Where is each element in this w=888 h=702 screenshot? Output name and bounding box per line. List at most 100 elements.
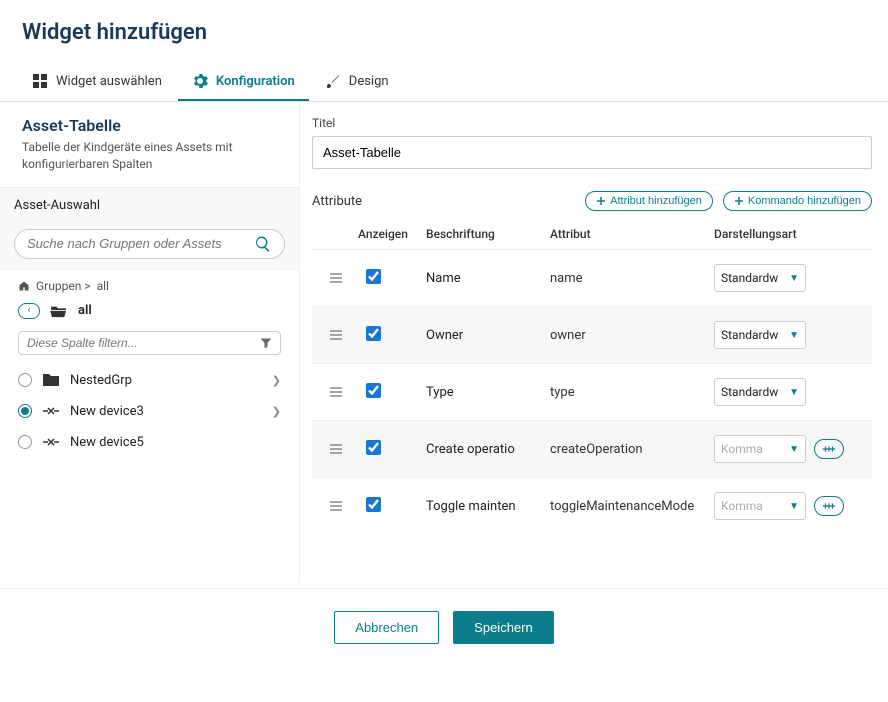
tree-item[interactable]: New device5 — [0, 427, 299, 458]
col-attr: Attribut — [550, 227, 710, 241]
dialog-title: Widget hinzufügen — [0, 0, 888, 63]
gear-icon — [192, 73, 208, 89]
folder-open-icon — [50, 304, 68, 318]
table-row: Owner owner Standardw ▼ — [312, 306, 872, 363]
row-label: Type — [426, 385, 546, 400]
tab-configuration[interactable]: Konfiguration — [178, 63, 309, 101]
cancel-button[interactable]: Abbrechen — [334, 611, 439, 644]
folder-icon — [42, 373, 60, 387]
mode-value: Komma — [721, 442, 763, 456]
col-label: Beschriftung — [426, 227, 546, 241]
drag-handle[interactable] — [318, 386, 354, 398]
breadcrumb[interactable]: Gruppen > all — [0, 271, 299, 299]
brush-icon — [325, 73, 341, 89]
tab-label: Konfiguration — [216, 74, 295, 89]
chevron-down-icon: ▼ — [789, 444, 799, 455]
home-icon — [18, 280, 30, 292]
show-checkbox[interactable] — [366, 269, 381, 284]
row-attr: toggleMaintenanceMode — [550, 499, 710, 514]
row-attr: name — [550, 271, 710, 286]
grid-icon — [32, 73, 48, 89]
chevron-right-icon: ❯ — [272, 405, 281, 418]
drag-handle[interactable] — [318, 272, 354, 284]
left-panel: Asset-Tabelle Tabelle der Kindgeräte ein… — [0, 102, 300, 582]
tabs: Widget auswählen Konfiguration Design — [0, 63, 888, 102]
drag-handle[interactable] — [318, 500, 354, 512]
tree-item[interactable]: New device3 ❯ — [0, 396, 299, 427]
add-command-label: Kommando hinzufügen — [748, 195, 861, 207]
title-field-label: Titel — [312, 116, 872, 130]
mode-select[interactable]: Standardw ▼ — [714, 321, 806, 349]
device-icon — [42, 435, 60, 449]
attributes-heading: Attribute — [312, 194, 362, 209]
row-attr: createOperation — [550, 442, 710, 457]
col-show: Anzeigen — [358, 227, 422, 241]
column-filter[interactable] — [18, 331, 281, 355]
add-attribute-label: Attribut hinzufügen — [610, 195, 702, 207]
row-label: Create operatio — [426, 442, 546, 457]
asset-selection-label: Asset-Auswahl — [0, 187, 299, 221]
widget-type-desc: Tabelle der Kindgeräte eines Assets mit … — [22, 139, 277, 173]
show-checkbox[interactable] — [366, 383, 381, 398]
chevron-down-icon: ▼ — [789, 330, 799, 341]
tree-item-label: NestedGrp — [70, 373, 132, 388]
mode-value: Standardw — [721, 328, 778, 342]
mode-value: Standardw — [721, 385, 778, 399]
all-label: all — [78, 303, 92, 318]
show-checkbox[interactable] — [366, 440, 381, 455]
tree-item-label: New device3 — [70, 404, 144, 419]
tab-select-widget[interactable]: Widget auswählen — [18, 63, 176, 101]
edit-command-button[interactable] — [814, 439, 844, 459]
mode-select[interactable]: Komma ▼ — [714, 492, 806, 520]
row-attr: type — [550, 385, 710, 400]
radio[interactable] — [18, 373, 32, 387]
table-row: Create operatio createOperation Komma ▼ — [312, 420, 872, 477]
show-checkbox[interactable] — [366, 326, 381, 341]
row-attr: owner — [550, 328, 710, 343]
mode-value: Komma — [721, 499, 763, 513]
table-row: Toggle mainten toggleMaintenanceMode Komma… — [312, 477, 872, 534]
chevron-down-icon: ▼ — [789, 501, 799, 512]
plus-icon — [734, 196, 744, 206]
attributes-table: Anzeigen Beschriftung Attribut Darstellu… — [312, 219, 872, 534]
chevron-down-icon: ▼ — [789, 387, 799, 398]
table-row: Name name Standardw▼ — [312, 249, 872, 306]
asset-search[interactable] — [14, 229, 285, 259]
mode-select[interactable]: Standardw▼ — [714, 264, 806, 292]
table-row: Type type Standardw ▼ — [312, 363, 872, 420]
filter-icon — [260, 337, 272, 349]
tab-design[interactable]: Design — [311, 63, 403, 101]
tab-label: Widget auswählen — [56, 74, 162, 89]
title-input[interactable] — [312, 136, 872, 169]
right-panel: Titel Attribute Attribut hinzufügen Komm… — [300, 102, 888, 582]
add-attribute-button[interactable]: Attribut hinzufügen — [585, 191, 713, 211]
back-button[interactable]: ‹ — [18, 303, 40, 319]
breadcrumb-prefix: Gruppen > — [36, 279, 91, 293]
asset-search-input[interactable] — [27, 236, 254, 251]
drag-handle[interactable] — [318, 329, 354, 341]
widget-type-title: Asset-Tabelle — [22, 116, 277, 135]
tree-item-label: New device5 — [70, 435, 144, 450]
radio[interactable] — [18, 435, 32, 449]
drag-handle[interactable] — [318, 443, 354, 455]
row-label: Toggle mainten — [426, 499, 546, 514]
breadcrumb-current: all — [97, 279, 109, 293]
show-checkbox[interactable] — [366, 497, 381, 512]
radio[interactable] — [18, 404, 32, 418]
row-label: Name — [426, 271, 546, 286]
tab-label: Design — [349, 74, 389, 89]
plus-icon — [596, 196, 606, 206]
edit-command-button[interactable] — [814, 496, 844, 516]
dialog-footer: Abbrechen Speichern — [0, 588, 888, 668]
tree-item[interactable]: NestedGrp ❯ — [0, 365, 299, 396]
chevron-down-icon: ▼ — [789, 273, 799, 284]
row-label: Owner — [426, 328, 546, 343]
mode-select[interactable]: Komma ▼ — [714, 435, 806, 463]
chevron-right-icon: ❯ — [272, 374, 281, 387]
mode-select[interactable]: Standardw ▼ — [714, 378, 806, 406]
search-icon — [254, 235, 272, 253]
save-button[interactable]: Speichern — [453, 611, 554, 644]
device-icon — [42, 404, 60, 418]
add-command-button[interactable]: Kommando hinzufügen — [723, 191, 872, 211]
column-filter-input[interactable] — [27, 336, 260, 350]
